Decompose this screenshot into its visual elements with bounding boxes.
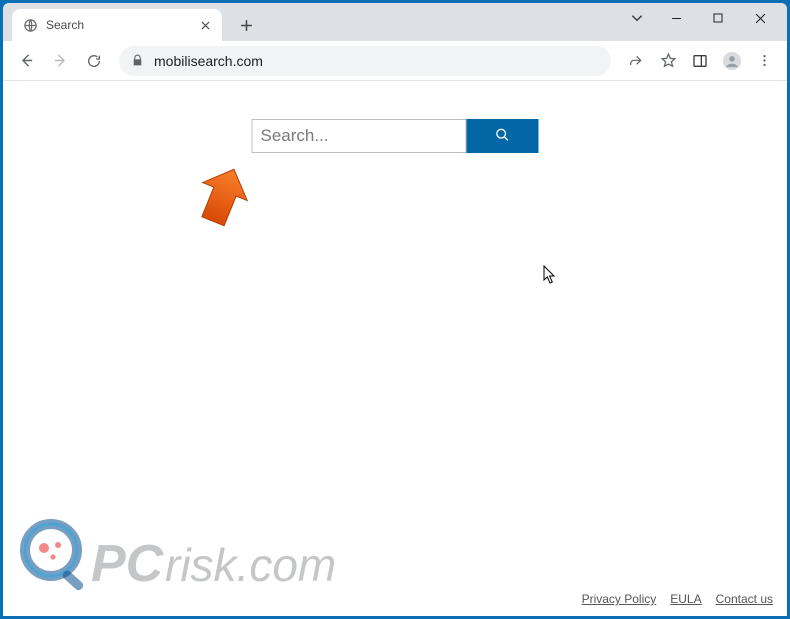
menu-dots-icon[interactable] [749,46,779,76]
annotation-arrow-icon [188,165,258,240]
titlebar: Search [3,3,787,41]
forward-button[interactable] [45,46,75,76]
eula-link[interactable]: EULA [670,592,701,606]
browser-toolbar: mobilisearch.com [3,41,787,81]
address-bar[interactable]: mobilisearch.com [119,46,611,76]
mouse-cursor-icon [543,265,558,290]
browser-window: Search [3,3,787,616]
browser-tab[interactable]: Search [12,9,222,41]
side-panel-icon[interactable] [685,46,715,76]
toolbar-right [621,46,779,76]
bookmark-star-icon[interactable] [653,46,683,76]
maximize-button[interactable] [697,3,739,33]
watermark-pc: PC [91,535,165,593]
new-tab-button[interactable] [232,11,260,39]
search-button[interactable] [467,119,539,153]
watermark-rest: risk.com [165,539,336,591]
search-input[interactable] [252,119,467,153]
page-content: Privacy Policy EULA Contact us [3,81,787,616]
back-button[interactable] [11,46,41,76]
tab-title: Search [46,18,84,32]
close-tab-icon[interactable] [198,18,212,32]
minimize-button[interactable] [655,3,697,33]
search-form [252,119,539,153]
contact-link[interactable]: Contact us [716,592,773,606]
reload-button[interactable] [79,46,109,76]
share-icon[interactable] [621,46,651,76]
chevron-down-icon[interactable] [619,3,655,33]
globe-icon [22,17,38,33]
profile-avatar-icon[interactable] [717,46,747,76]
privacy-link[interactable]: Privacy Policy [582,592,657,606]
close-window-button[interactable] [739,3,781,33]
lock-icon [131,54,144,67]
url-text: mobilisearch.com [154,53,263,69]
window-controls [619,3,781,33]
search-icon [495,127,511,146]
footer-links: Privacy Policy EULA Contact us [582,592,773,606]
pcrisk-watermark: PC risk.com [13,515,373,610]
